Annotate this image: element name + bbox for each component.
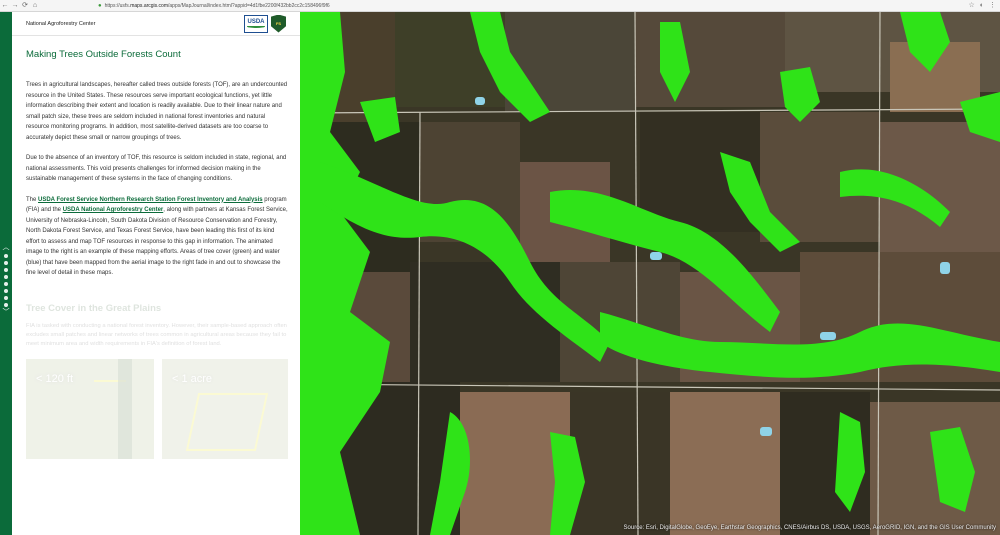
extension-icon[interactable]: ◐ [980,0,984,12]
section-dot[interactable] [4,268,8,272]
section-dot[interactable] [4,282,8,286]
patch-outline [185,393,269,452]
home-button[interactable]: ⌂ [30,0,40,12]
story-panel: National Agroforestry Center USDA FS Mak… [12,12,300,535]
next-section-title: Tree Cover in the Great Plains [26,302,162,314]
usda-swoosh [247,25,265,28]
reload-button[interactable]: ⟳ [20,0,30,12]
story-content: Making Trees Outside Forests Count Trees… [12,49,300,460]
browser-extensions: ☆ ◐ ⋮ [968,0,996,12]
intro-paragraph: Trees in agricultural landscapes, hereaf… [26,82,288,141]
chevron-down-icon[interactable]: ﹀ [3,309,10,316]
back-button[interactable]: ← [0,0,10,12]
usda-logo[interactable]: USDA [244,14,268,33]
agency-logos: USDA FS [244,14,286,33]
section-title: Making Trees Outside Forests Count [26,49,181,60]
forest-service-shield-icon[interactable]: FS [271,14,286,33]
story-navigation-rail: ︿ ﹀ [0,12,12,535]
agroforestry-center-link[interactable]: USDA National Agroforestry Center [63,207,164,213]
section-dot[interactable] [4,303,8,307]
url-text: https://usfs.maps.arcgis.com/apps/MapJou… [104,2,330,9]
absence-paragraph: Due to the absence of an inventory of TO… [26,155,287,182]
section-dot[interactable] [4,275,8,279]
width-caption: < 120 ft [36,373,74,386]
next-section-paragraph: FIA is tasked with conducting a national… [26,322,287,347]
next-section-preview: Tree Cover in the Great Plains FIA is ta… [26,303,288,460]
area-caption: < 1 acre [172,373,213,386]
chevron-up-icon[interactable]: ︿ [3,244,10,251]
partners-paragraph: The USDA Forest Service Northern Researc… [26,196,288,277]
map-attribution: Source: Esri, DigitalGlobe, GeoEye, Eart… [623,525,996,531]
farm-fields [300,12,1000,535]
lock-icon: ● [98,2,102,9]
windbreak-width-image: < 120 ft [26,359,154,460]
org-name[interactable]: National Agroforestry Center [26,21,95,27]
tree-strip [118,359,132,460]
forward-button[interactable]: → [10,0,20,12]
section-dot[interactable] [4,289,8,293]
patch-area-image: < 1 acre [162,359,288,460]
panel-header: National Agroforestry Center USDA FS [12,12,300,36]
menu-icon[interactable]: ⋮ [989,0,996,12]
map-canvas[interactable] [300,12,1000,535]
section-dot[interactable] [4,261,8,265]
star-icon[interactable]: ☆ [968,0,974,12]
section-dot[interactable] [4,254,8,258]
fia-link[interactable]: USDA Forest Service Northern Research St… [38,197,263,203]
browser-toolbar: ← → ⟳ ⌂ ● https://usfs.maps.arcgis.com/a… [0,0,1000,12]
aerial-map[interactable]: Source: Esri, DigitalGlobe, GeoEye, Eart… [300,12,1000,535]
address-bar[interactable]: ● https://usfs.maps.arcgis.com/apps/MapJ… [98,1,658,10]
section-dot[interactable] [4,296,8,300]
example-images: < 120 ft < 1 acre [26,359,288,460]
section-dots: ︿ ﹀ [2,244,10,316]
